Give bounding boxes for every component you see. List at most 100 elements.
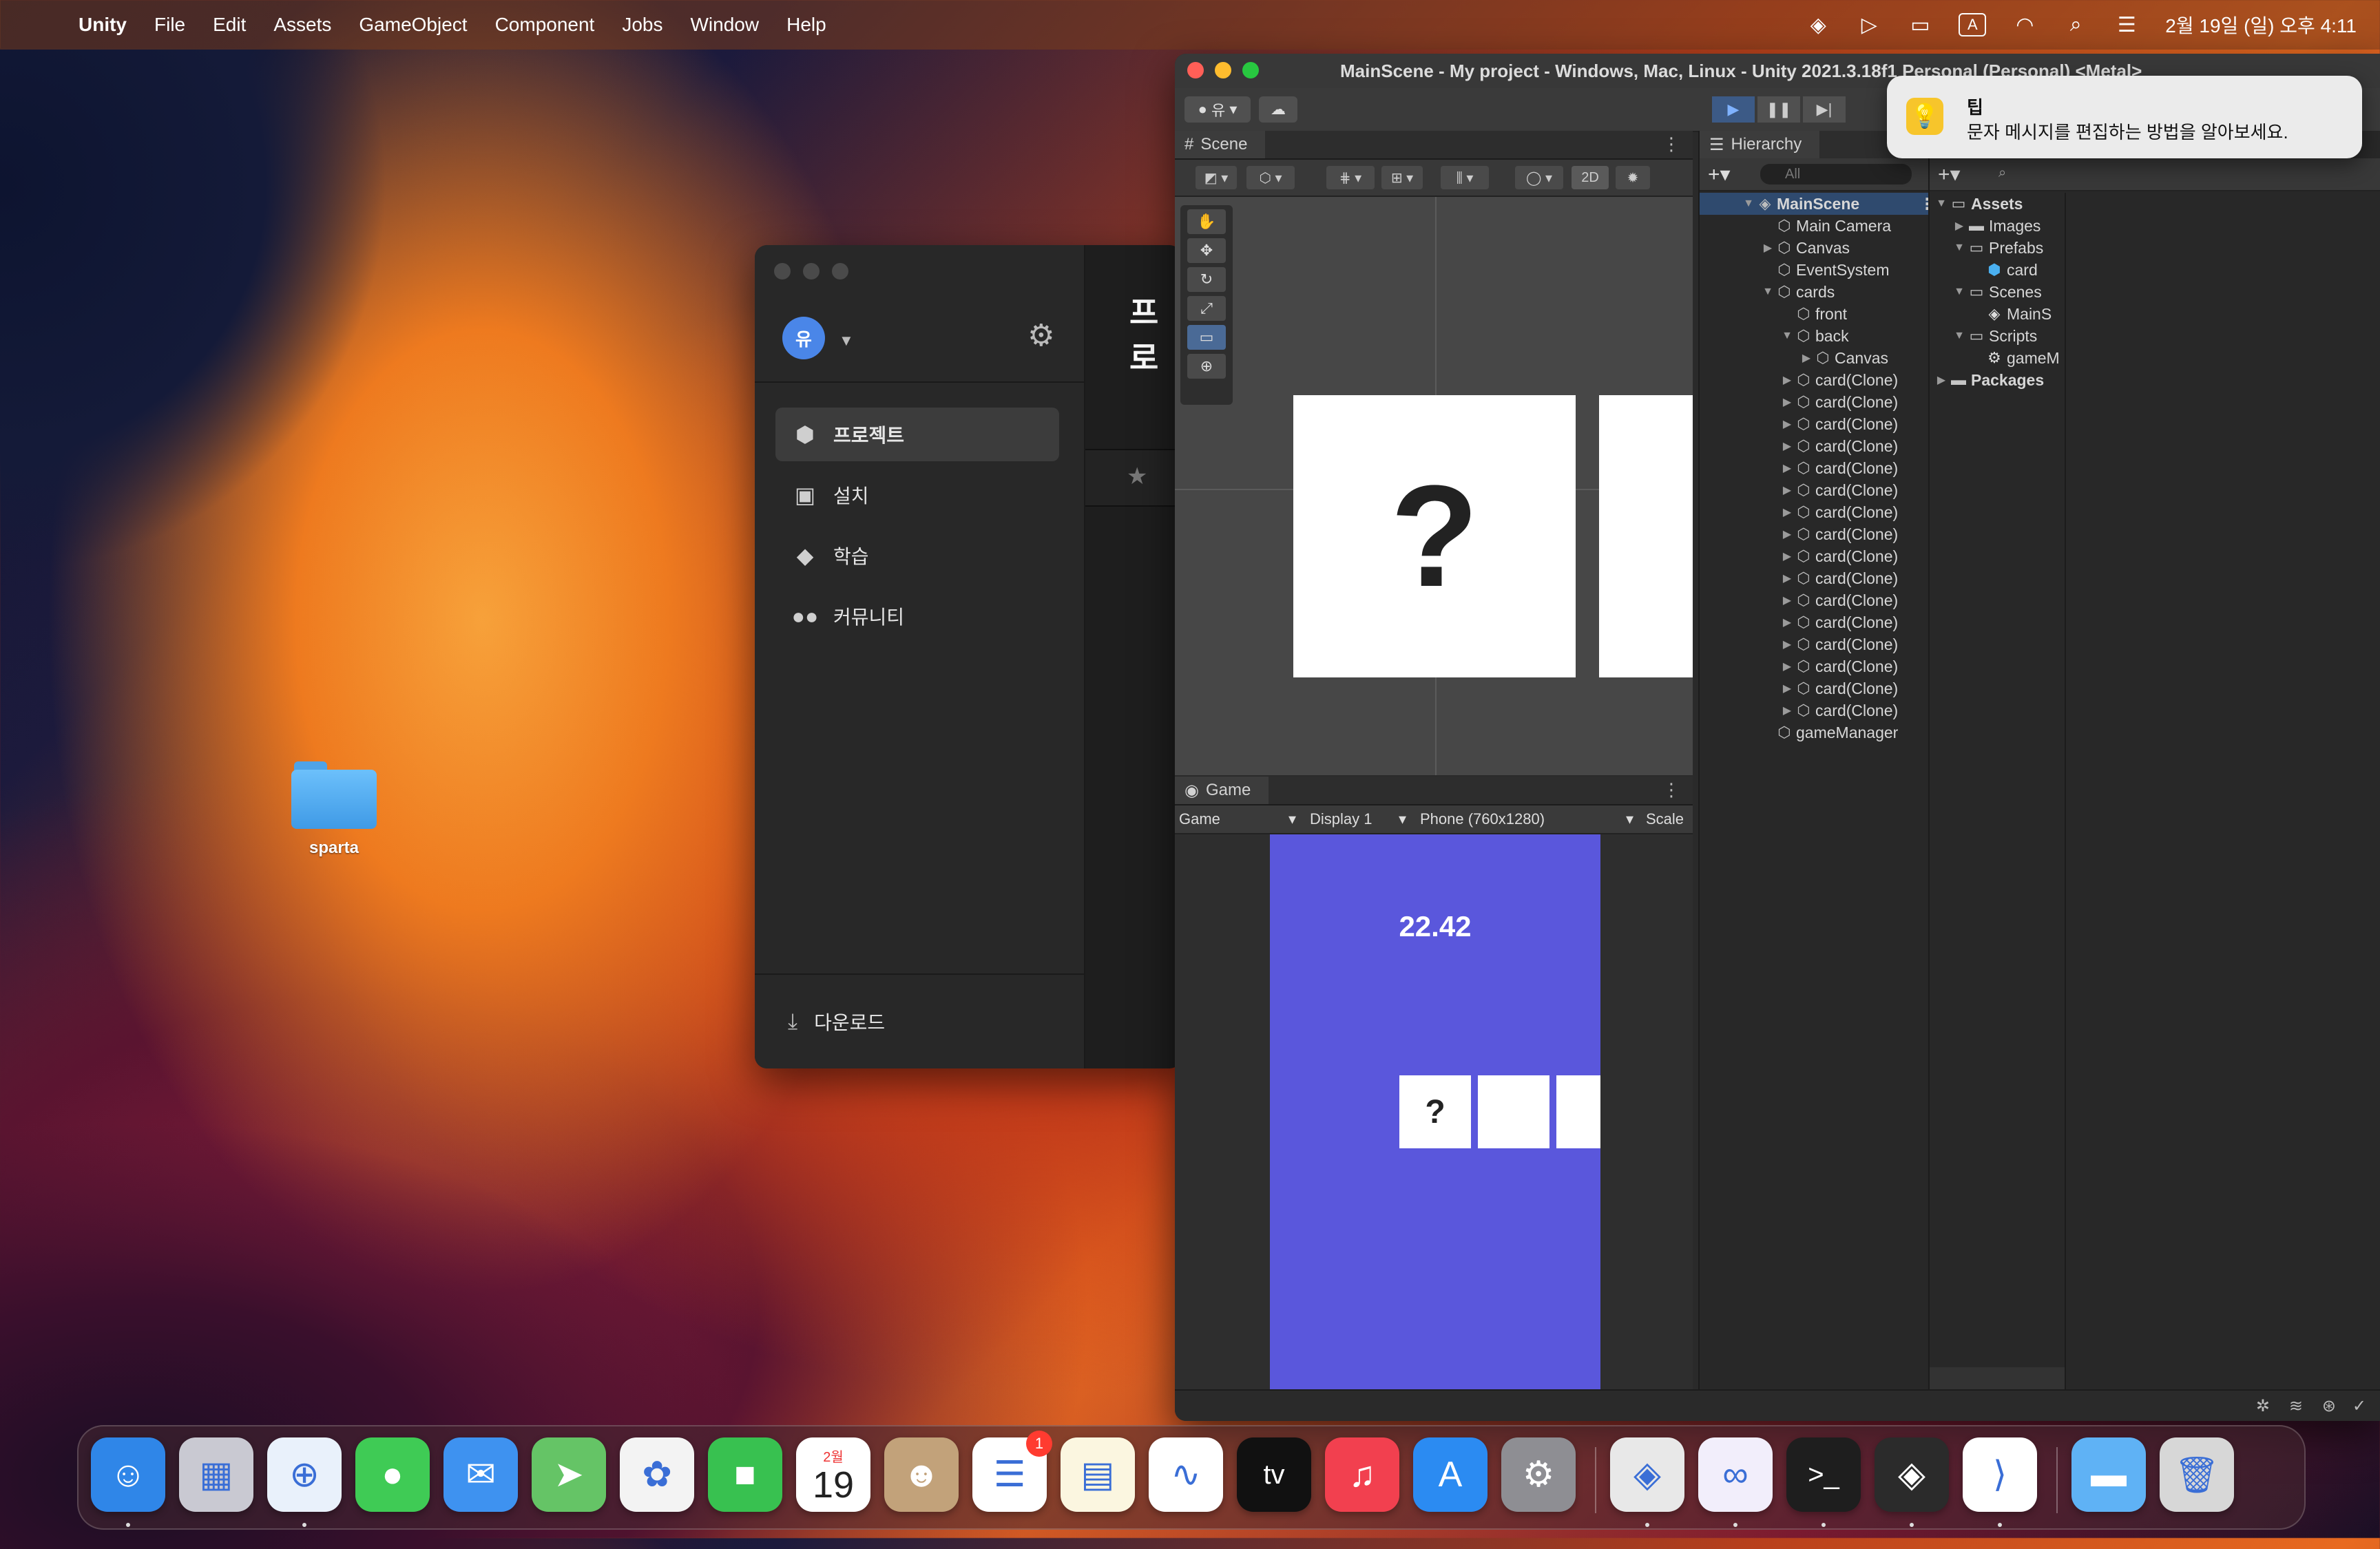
hierarchy-item[interactable]: ▶ ⬡ card(Clone) <box>1700 611 1948 633</box>
rotate-tool-icon[interactable]: ↻ <box>1187 267 1226 292</box>
hierarchy-item[interactable]: ▶ ⬡ card(Clone) <box>1700 655 1948 677</box>
project-item[interactable]: ▼ ▭ Scenes <box>1930 281 2065 303</box>
pause-button[interactable]: ❚❚ <box>1757 96 1800 123</box>
hierarchy-item[interactable]: ▶ ⬡ card(Clone) <box>1700 501 1948 523</box>
unity-editor-icon[interactable]: ◈ <box>1875 1437 1949 1512</box>
minimize-window-button[interactable] <box>803 263 820 280</box>
hierarchy-item[interactable]: ▶ ⬡ Canvas <box>1700 347 1948 369</box>
tab-hierarchy[interactable]: ☰ Hierarchy <box>1700 131 1820 158</box>
expand-arrow-icon[interactable]: ▶ <box>1779 461 1795 475</box>
expand-arrow-icon[interactable]: ▼ <box>1779 330 1795 342</box>
play-status-icon[interactable]: ▷ <box>1857 12 1881 37</box>
auto-generate-icon[interactable]: ⊛ <box>2322 1396 2336 1416</box>
hierarchy-item[interactable]: ▶ ⬡ card(Clone) <box>1700 677 1948 699</box>
rect-tool-icon[interactable]: ▭ <box>1187 325 1226 350</box>
music-icon[interactable]: ♫ <box>1325 1437 1399 1512</box>
hierarchy-item[interactable]: ⬡ EventSystem <box>1700 259 1948 281</box>
unity-status-icon[interactable]: ◈ <box>1806 12 1830 37</box>
transform-tool-icon[interactable]: ⊕ <box>1187 354 1226 379</box>
add-object-button[interactable]: +▾ <box>1708 162 1731 187</box>
unity-hub-icon[interactable]: ◈ <box>1610 1437 1684 1512</box>
hierarchy-item[interactable]: ▶ ⬡ card(Clone) <box>1700 369 1948 391</box>
mode-2d-toggle[interactable]: 2D <box>1572 166 1609 189</box>
tab-scene[interactable]: # Scene <box>1175 131 1266 158</box>
search-icon[interactable]: ⌕ <box>1998 165 2006 181</box>
star-icon[interactable]: ★ <box>1127 463 1147 490</box>
snap-dropdown[interactable]: ⋕ ▾ <box>1326 166 1375 189</box>
system-settings-icon[interactable]: ⚙ <box>1501 1437 1576 1512</box>
menu-component[interactable]: Component <box>495 14 595 36</box>
hierarchy-item[interactable]: ⬡ Main Camera <box>1700 215 1948 237</box>
terminal-icon[interactable]: >_ <box>1786 1437 1861 1512</box>
maps-icon[interactable]: ➤ <box>532 1437 606 1512</box>
expand-arrow-icon[interactable]: ▶ <box>1779 395 1795 409</box>
expand-arrow-icon[interactable]: ▼ <box>1741 198 1756 210</box>
hierarchy-item[interactable]: ▶ ⬡ card(Clone) <box>1700 435 1948 457</box>
game-viewport[interactable]: 22.42 ? <box>1175 834 1693 1391</box>
control-center-icon[interactable]: ☰ <box>2114 12 2139 37</box>
hierarchy-item[interactable]: ▶ ⬡ card(Clone) <box>1700 523 1948 545</box>
expand-arrow-icon[interactable]: ▶ <box>1779 439 1795 453</box>
expand-arrow-icon[interactable]: ▼ <box>1934 198 1949 210</box>
expand-arrow-icon[interactable]: ▶ <box>1779 505 1795 519</box>
menu-help[interactable]: Help <box>786 14 826 36</box>
grid-dropdown[interactable]: ⊞ ▾ <box>1381 166 1423 189</box>
trash-icon[interactable]: 🗑 <box>2160 1437 2234 1512</box>
lighting-toggle-icon[interactable]: ✹ <box>1616 166 1650 189</box>
account-dropdown[interactable]: ● 유 ▾ <box>1184 96 1251 123</box>
expand-arrow-icon[interactable]: ▶ <box>1779 373 1795 387</box>
expand-arrow-icon[interactable]: ▼ <box>1952 242 1967 254</box>
visual-studio-icon[interactable]: ∞ <box>1698 1437 1773 1512</box>
input-source-indicator[interactable]: A <box>1959 13 1987 36</box>
expand-arrow-icon[interactable]: ▼ <box>1952 330 1967 342</box>
hub-downloads-button[interactable]: ⤓ 다운로드 <box>755 973 1084 1068</box>
more-options-icon[interactable]: ⋮ <box>1662 779 1680 801</box>
more-options-icon[interactable]: ⋮ <box>1662 134 1680 155</box>
gizmo-dropdown[interactable]: ◯ ▾ <box>1515 166 1563 189</box>
hierarchy-item[interactable]: ▶ ⬡ Canvas <box>1700 237 1948 259</box>
draw-mode-dropdown[interactable]: ◩ ▾ <box>1196 166 1237 189</box>
create-asset-button[interactable]: +▾ <box>1938 162 1961 187</box>
freeform-icon[interactable]: ∿ <box>1149 1437 1223 1512</box>
expand-arrow-icon[interactable]: ▶ <box>1760 241 1775 255</box>
hierarchy-item[interactable]: ▼ ⬡ cards <box>1700 281 1948 303</box>
expand-arrow-icon[interactable]: ▶ <box>1779 571 1795 585</box>
expand-arrow-icon[interactable]: ▶ <box>1779 615 1795 629</box>
game-card[interactable]: ? <box>1399 1075 1471 1148</box>
menu-window[interactable]: Window <box>691 14 760 36</box>
apple-tv-icon[interactable]: tv <box>1237 1437 1311 1512</box>
expand-arrow-icon[interactable]: ▼ <box>1760 286 1775 298</box>
scene-card[interactable] <box>1599 395 1693 677</box>
expand-arrow-icon[interactable]: ▶ <box>1779 549 1795 563</box>
menu-edit[interactable]: Edit <box>213 14 246 36</box>
scene-viewport[interactable]: ✋ ✥ ↻ ⤢ ▭ ⊕ ? <box>1175 197 1693 775</box>
launchpad-icon[interactable]: ▦ <box>179 1437 253 1512</box>
scale-tool-icon[interactable]: ⤢ <box>1187 296 1226 321</box>
horizontal-scrollbar[interactable] <box>1930 1367 2065 1391</box>
display-dropdown[interactable]: Display 1 ▾ <box>1310 809 1406 830</box>
desktop-folder[interactable]: sparta <box>289 757 379 858</box>
vscode-icon[interactable]: ⟩ <box>1963 1437 2037 1512</box>
calendar-icon[interactable]: 2월 19 <box>796 1437 870 1512</box>
hub-nav-learn[interactable]: ◆ 학습 <box>775 529 1059 582</box>
shading-dropdown[interactable]: ⬡ ▾ <box>1246 166 1295 189</box>
app-menu[interactable]: Unity <box>79 14 127 36</box>
hierarchy-item[interactable]: ▶ ⬡ card(Clone) <box>1700 479 1948 501</box>
hierarchy-scene-row[interactable]: ▼ ◈ MainScene ⋮ <box>1700 193 1948 215</box>
notes-icon[interactable]: ▤ <box>1061 1437 1135 1512</box>
expand-arrow-icon[interactable]: ▶ <box>1799 351 1814 365</box>
expand-arrow-icon[interactable]: ▶ <box>1779 682 1795 695</box>
hierarchy-item[interactable]: ▶ ⬡ card(Clone) <box>1700 413 1948 435</box>
expand-arrow-icon[interactable]: ▶ <box>1934 373 1949 387</box>
close-window-button[interactable] <box>1187 62 1204 78</box>
reminders-icon[interactable]: ☰ 1 <box>972 1431 1052 1512</box>
hierarchy-item[interactable]: ▶ ⬡ card(Clone) <box>1700 633 1948 655</box>
notification-banner[interactable]: 💡 팁 문자 메시지를 편집하는 방법을 알아보세요. <box>1887 76 2362 158</box>
safari-icon[interactable]: ⊕ <box>267 1437 342 1512</box>
project-item[interactable]: ▶ ▬ Packages <box>1930 369 2065 391</box>
project-item[interactable]: ▼ ▭ Scripts <box>1930 325 2065 347</box>
expand-arrow-icon[interactable]: ▶ <box>1779 660 1795 673</box>
expand-arrow-icon[interactable]: ▶ <box>1779 417 1795 431</box>
project-item[interactable]: ⚙ gameM <box>1930 347 2065 369</box>
project-item[interactable]: ◈ MainS <box>1930 303 2065 325</box>
